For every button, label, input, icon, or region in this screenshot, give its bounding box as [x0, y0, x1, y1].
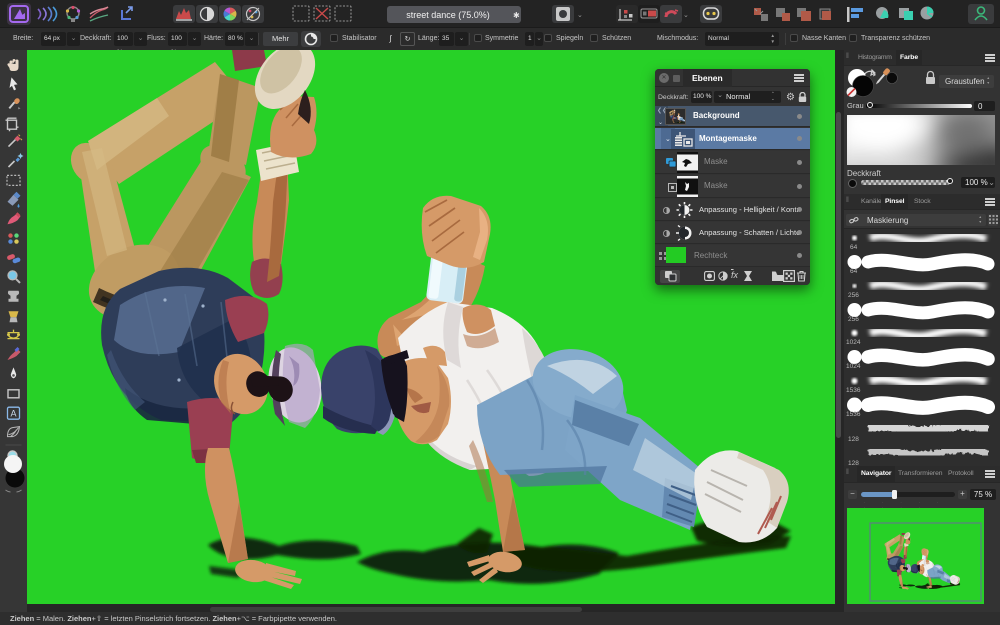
svg-text:✱: ✱ — [513, 11, 520, 20]
svg-text:1024: 1024 — [846, 363, 861, 370]
svg-text:street dance (75.0%): street dance (75.0%) — [406, 10, 490, 20]
svg-text:1536: 1536 — [846, 387, 861, 394]
svg-text:1024: 1024 — [846, 339, 861, 346]
svg-text:⌄: ⌄ — [577, 12, 583, 19]
svg-text:256: 256 — [848, 316, 859, 323]
svg-text:64: 64 — [850, 268, 858, 275]
svg-text:⌄: ⌄ — [683, 12, 689, 19]
svg-text:64: 64 — [850, 244, 858, 251]
svg-text:A: A — [10, 409, 16, 419]
svg-text:1536: 1536 — [846, 411, 861, 418]
svg-text:128: 128 — [848, 436, 859, 443]
svg-text:256: 256 — [848, 292, 859, 299]
